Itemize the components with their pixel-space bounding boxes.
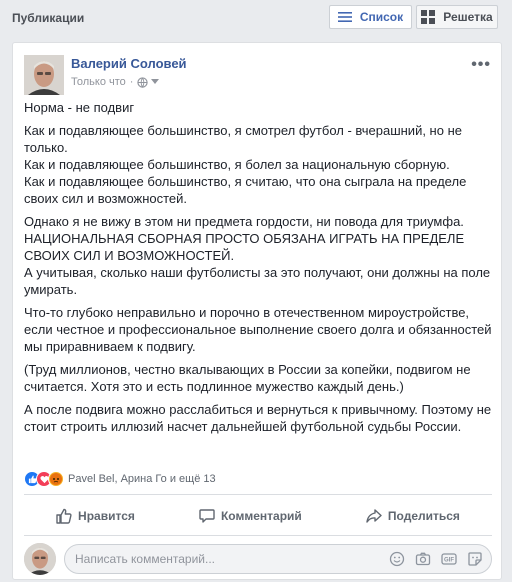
comment-composer: Написать комментарий... GIF xyxy=(24,543,492,575)
grid-icon xyxy=(421,10,436,24)
reactions-names[interactable]: Pavel Bel, Арина Го и ещё 13 xyxy=(68,473,216,485)
comment-button[interactable]: Комментарий xyxy=(199,508,302,524)
post-paragraph: Что-то глубоко неправильно и порочно в о… xyxy=(24,305,492,354)
sticker-icon[interactable] xyxy=(467,551,483,567)
comment-label: Комментарий xyxy=(220,509,302,523)
grid-view-label: Решетка xyxy=(443,10,493,24)
comment-tools: GIF xyxy=(389,551,483,567)
angry-reaction-icon xyxy=(48,471,64,487)
thumbs-up-icon xyxy=(56,508,72,524)
comment-bubble-icon xyxy=(199,508,215,524)
post-paragraph: А после подвига можно расслабиться и вер… xyxy=(24,402,492,434)
share-button[interactable]: Поделиться xyxy=(366,508,460,524)
post-body: Норма - не подвиг Как и подавляющее боль… xyxy=(24,99,494,441)
divider xyxy=(24,494,492,495)
gif-icon[interactable]: GIF xyxy=(441,551,457,567)
author-avatar[interactable] xyxy=(24,55,64,95)
commenter-avatar[interactable] xyxy=(24,543,56,575)
grid-view-button[interactable]: Решетка xyxy=(416,5,498,29)
divider xyxy=(24,535,492,536)
camera-icon[interactable] xyxy=(415,551,431,567)
audience-chevron-down-icon[interactable] xyxy=(151,76,160,88)
share-label: Поделиться xyxy=(387,509,460,523)
comment-placeholder: Написать комментарий... xyxy=(75,552,216,566)
more-options-icon[interactable]: ••• xyxy=(471,56,491,74)
list-view-button[interactable]: Список xyxy=(329,5,412,29)
page-title: Публикации xyxy=(12,11,85,25)
post-time[interactable]: Только что xyxy=(71,76,126,88)
publications-header: Публикации Список Решетка xyxy=(0,0,512,36)
emoji-icon[interactable] xyxy=(389,551,405,567)
post-paragraph: Норма - не подвиг xyxy=(24,100,135,115)
globe-icon[interactable] xyxy=(137,76,149,88)
like-label: Нравится xyxy=(78,509,135,523)
author-name[interactable]: Валерий Соловей xyxy=(71,56,187,71)
comment-input[interactable]: Написать комментарий... GIF xyxy=(64,544,492,574)
post-card: Валерий Соловей Только что · ••• Норма -… xyxy=(12,42,502,580)
post-paragraph: Как и подавляющее большинство, я смотрел… xyxy=(24,123,467,206)
meta-separator: · xyxy=(129,76,134,88)
post-actions: Нравится Комментарий Поделиться xyxy=(24,501,492,531)
list-icon xyxy=(337,11,352,23)
reactions-summary[interactable]: Pavel Bel, Арина Го и ещё 13 xyxy=(24,470,216,488)
post-meta: Только что · xyxy=(71,76,160,88)
like-button[interactable]: Нравится xyxy=(56,508,135,524)
post-paragraph: (Труд миллионов, честно вкалывающих в Ро… xyxy=(24,362,471,394)
list-view-label: Список xyxy=(359,10,404,24)
post-paragraph: Однако я не вижу в этом ни предмета горд… xyxy=(24,214,491,297)
share-arrow-icon xyxy=(366,508,382,524)
svg-text:GIF: GIF xyxy=(444,558,454,564)
